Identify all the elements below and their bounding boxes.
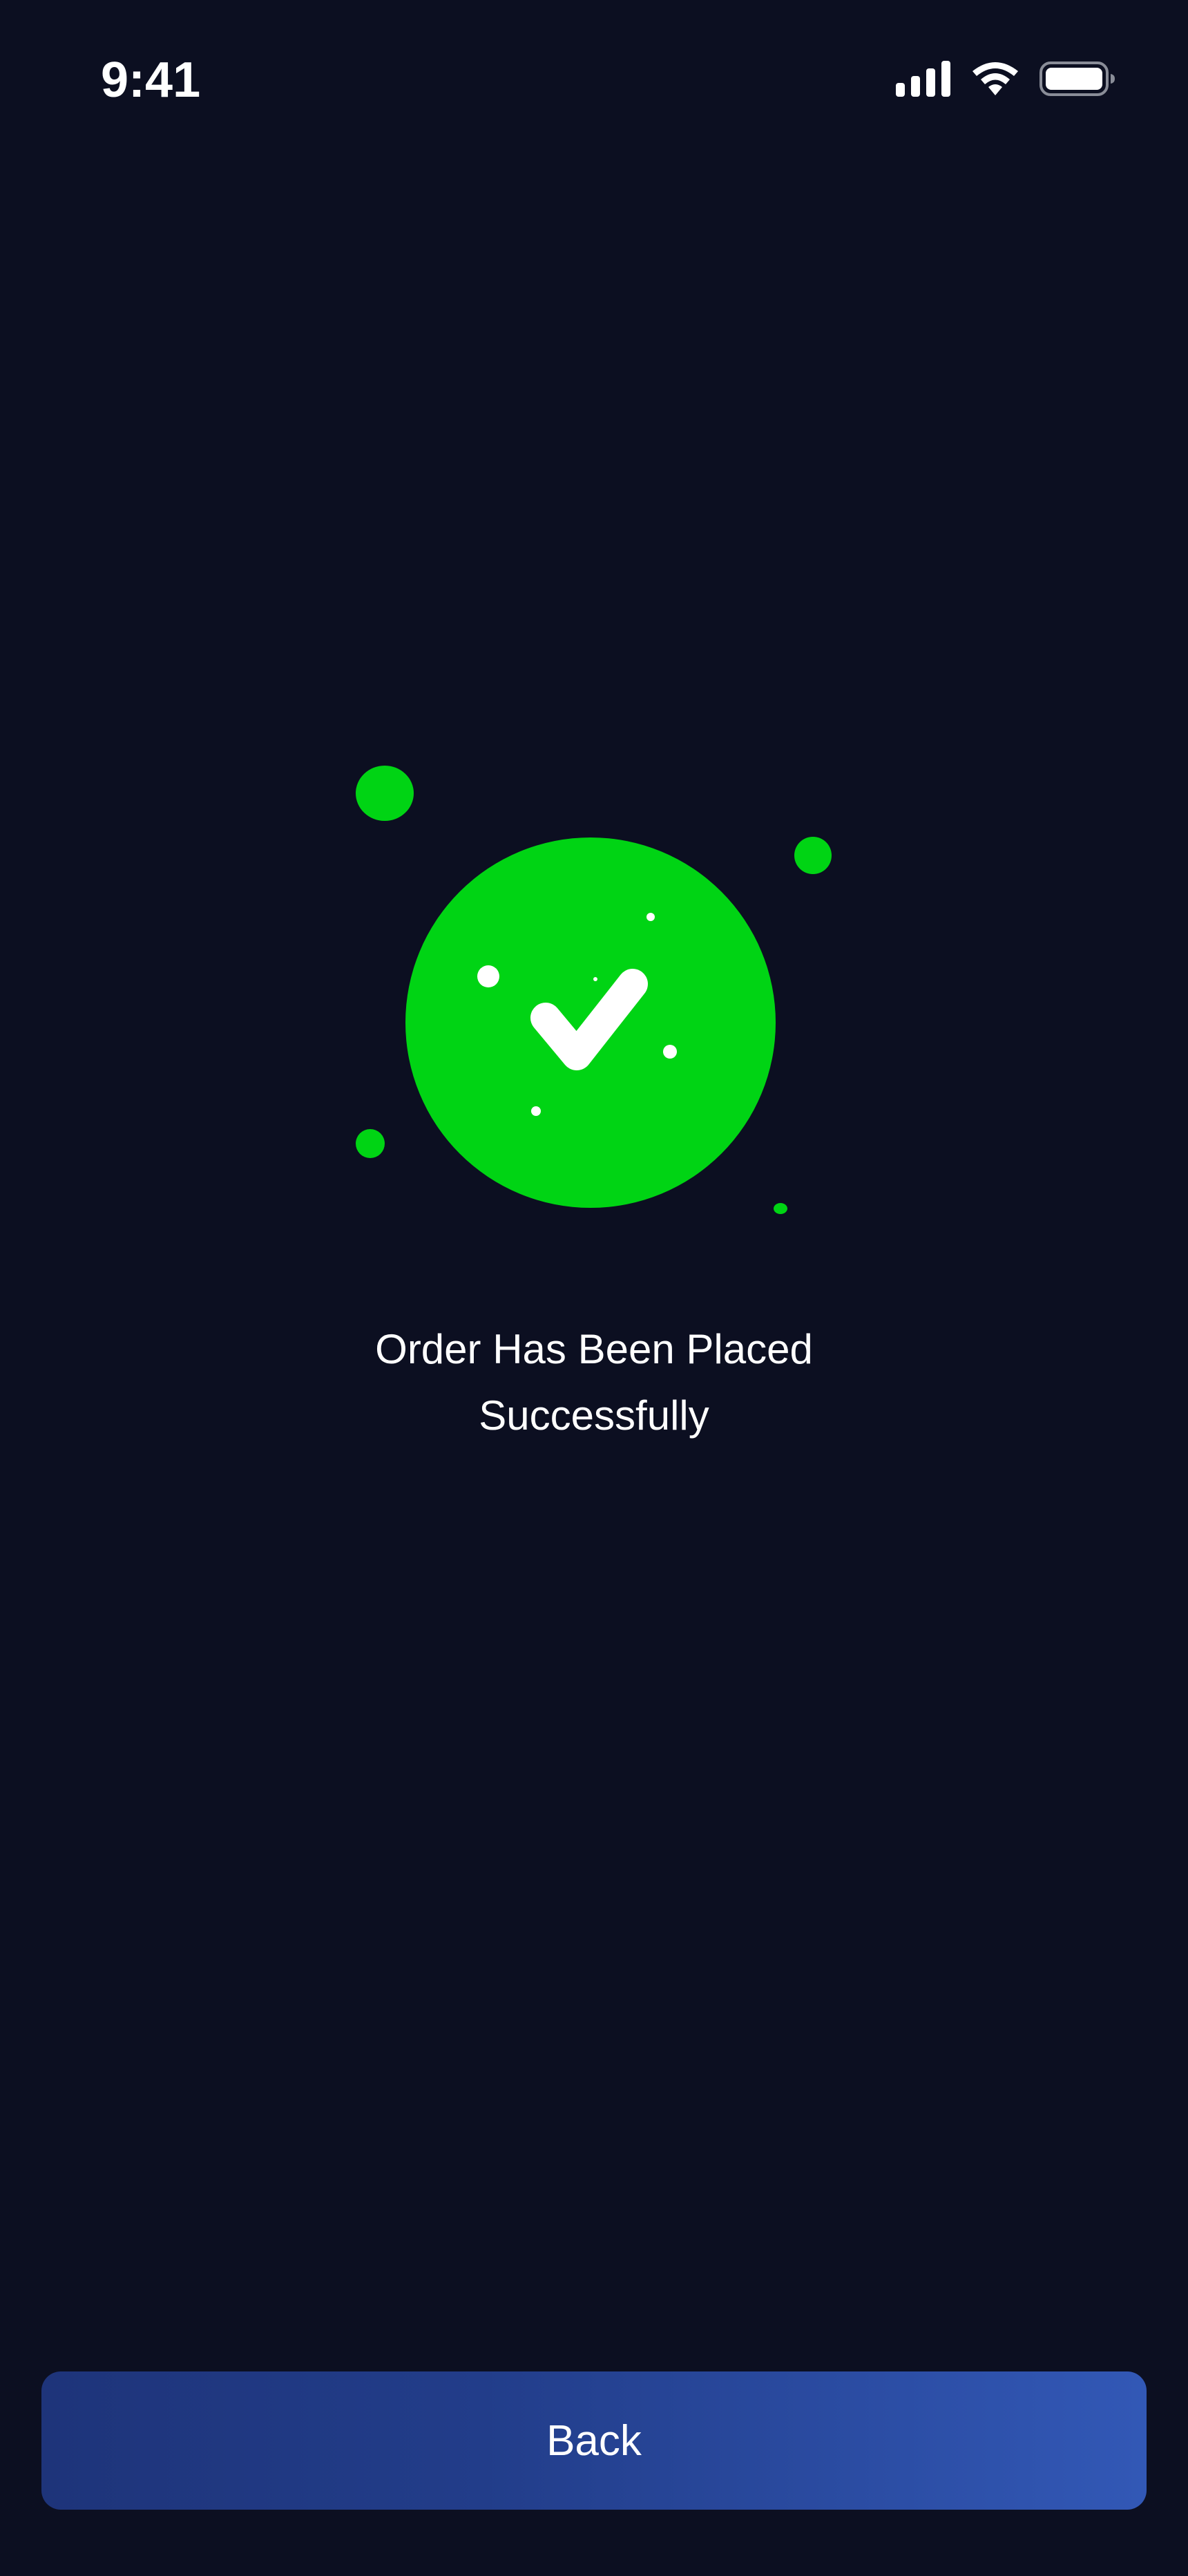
success-graphic: [345, 753, 856, 1237]
signal-icon: [896, 61, 951, 97]
sparkle-dot: [663, 1045, 677, 1059]
wifi-icon: [970, 61, 1020, 97]
status-bar: 9:41: [0, 0, 1188, 159]
status-time: 9:41: [101, 53, 201, 108]
sparkle-dot: [477, 965, 499, 987]
sparkle-dot: [593, 977, 597, 981]
confetti-dot: [794, 837, 832, 874]
back-button[interactable]: Back: [41, 2371, 1147, 2510]
confetti-dot: [356, 766, 414, 821]
confetti-dot: [356, 1129, 385, 1158]
success-message: Order Has Been Placed Successfully: [375, 1326, 813, 1439]
sparkle-dot: [531, 1106, 541, 1116]
status-icons: [896, 58, 1115, 100]
sparkle-dot: [646, 913, 655, 921]
success-illustration: [356, 766, 832, 1214]
back-button-label: Back: [546, 2416, 642, 2465]
battery-icon: [1040, 61, 1115, 97]
order-success-screen: 9:41 Order Has Been Placed Successfully …: [0, 0, 1188, 2576]
confetti-dot: [774, 1203, 787, 1214]
